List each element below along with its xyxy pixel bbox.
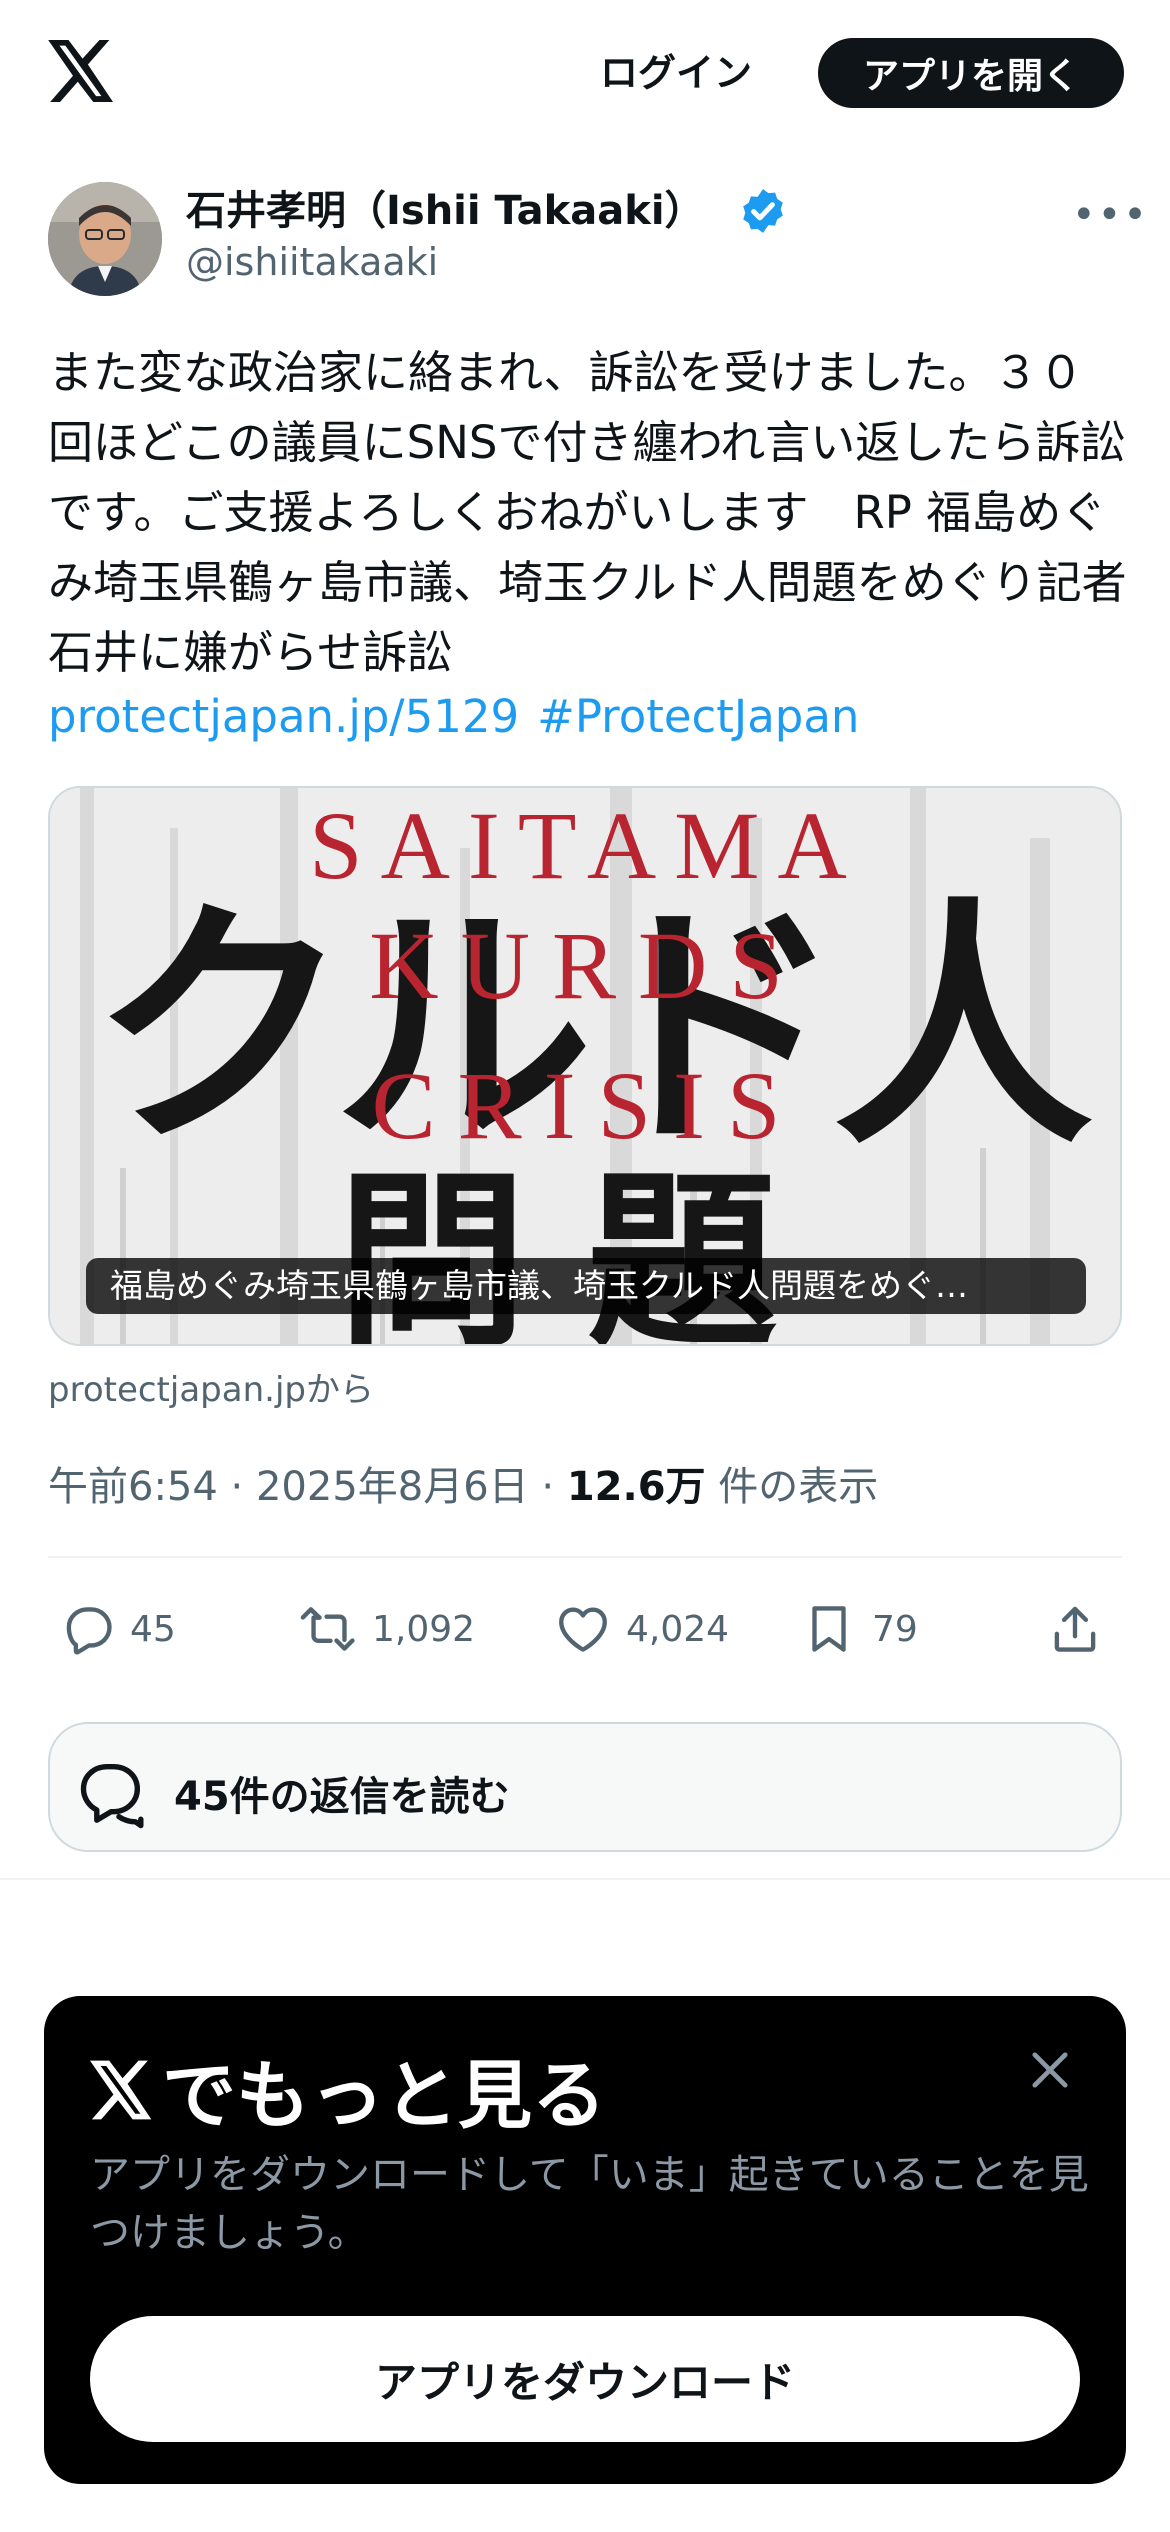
login-link[interactable]: ログイン <box>600 42 752 97</box>
link-card[interactable]: クルド人 問題 SAITAMA KURDS CRISIS 福島めぐみ埼玉県鶴ヶ島… <box>48 786 1122 1346</box>
bookmark-count: 79 <box>872 1608 918 1650</box>
card-image-text-en-2: KURDS <box>369 912 804 1019</box>
divider <box>48 1556 1122 1558</box>
views-label: 件の表示 <box>705 1464 879 1510</box>
tweet-links: protectjapan.jp/5129 #ProtectJapan <box>48 682 877 752</box>
handle[interactable]: @ishiitakaaki <box>186 240 438 284</box>
like-count: 4,024 <box>626 1608 730 1650</box>
x-logo-icon <box>90 2060 152 2119</box>
repost-button[interactable]: 1,092 <box>300 1594 475 1664</box>
reply-count: 45 <box>130 1608 176 1650</box>
promo-description: アプリをダウンロードして「いま」起きていることを見つけましょう。 <box>90 2152 1089 2256</box>
meta-separator: · <box>217 1464 256 1510</box>
tweet-time[interactable]: 午前6:54 <box>48 1464 218 1510</box>
bookmark-button[interactable]: 79 <box>800 1594 918 1664</box>
repost-count: 1,092 <box>372 1608 476 1650</box>
card-image-text-jp-2: 問題 <box>337 1150 837 1346</box>
bookmark-icon <box>812 1606 846 1652</box>
promo-title-text: でもっと見る <box>162 2053 606 2139</box>
verified-badge-icon <box>743 189 783 233</box>
tweet-meta: 午前6:54 · 2025年8月6日 · 12.6万 件の表示 <box>48 1454 878 1512</box>
app-promo-sheet: でもっと見る アプリをダウンロードして「いま」起きていることを見つけましょう。 … <box>44 1996 1126 2484</box>
display-name[interactable]: 石井孝明（Ishii Takaaki） <box>186 178 705 236</box>
read-replies-button[interactable]: 45件の返信を読む <box>48 1722 1122 1852</box>
card-image-text-en-1: SAITAMA <box>309 792 865 899</box>
heart-icon <box>559 1607 607 1652</box>
like-button[interactable]: 4,024 <box>554 1594 729 1664</box>
share-icon <box>1054 1606 1096 1652</box>
tweet-link[interactable]: protectjapan.jp/5129 <box>48 690 519 743</box>
x-logo-icon[interactable] <box>48 40 116 102</box>
repost-icon <box>300 1607 355 1651</box>
reply-bubbles-icon <box>80 1763 144 1829</box>
tweet-page: ログイン アプリを開く 石井孝明（Ishii Takaaki） @ishiita… <box>0 0 1170 2532</box>
reply-button[interactable]: 45 <box>58 1594 176 1664</box>
tweet-date[interactable]: 2025年8月6日 <box>256 1464 529 1510</box>
tweet-text: また変な政治家に絡まれ、訴訟を受けました。３０回ほどこの議員にSNSで付き纏われ… <box>48 346 1127 679</box>
card-title: 福島めぐみ埼玉県鶴ヶ島市議、埼玉クルド人問題をめぐ… <box>86 1258 1086 1314</box>
card-image-text-en-3: CRISIS <box>372 1052 803 1159</box>
open-app-button[interactable]: アプリを開く <box>818 38 1124 108</box>
section-divider <box>0 1878 1170 1880</box>
avatar[interactable] <box>48 182 162 296</box>
promo-title: でもっと見る <box>90 2036 606 2143</box>
read-replies-label: 45件の返信を読む <box>174 1774 510 1820</box>
share-button[interactable] <box>1046 1594 1118 1664</box>
views-count: 12.6万 <box>566 1464 706 1510</box>
tweet-hashtag[interactable]: #ProtectJapan <box>537 690 859 743</box>
download-app-button[interactable]: アプリをダウンロード <box>90 2316 1080 2442</box>
reply-icon <box>66 1607 112 1655</box>
top-bar: ログイン アプリを開く <box>0 0 1170 150</box>
card-source[interactable]: protectjapan.jpから <box>48 1362 374 1411</box>
close-icon[interactable] <box>1024 2044 1076 2096</box>
meta-separator: · <box>528 1464 567 1510</box>
more-options-icon[interactable]: ••• <box>1072 192 1149 238</box>
